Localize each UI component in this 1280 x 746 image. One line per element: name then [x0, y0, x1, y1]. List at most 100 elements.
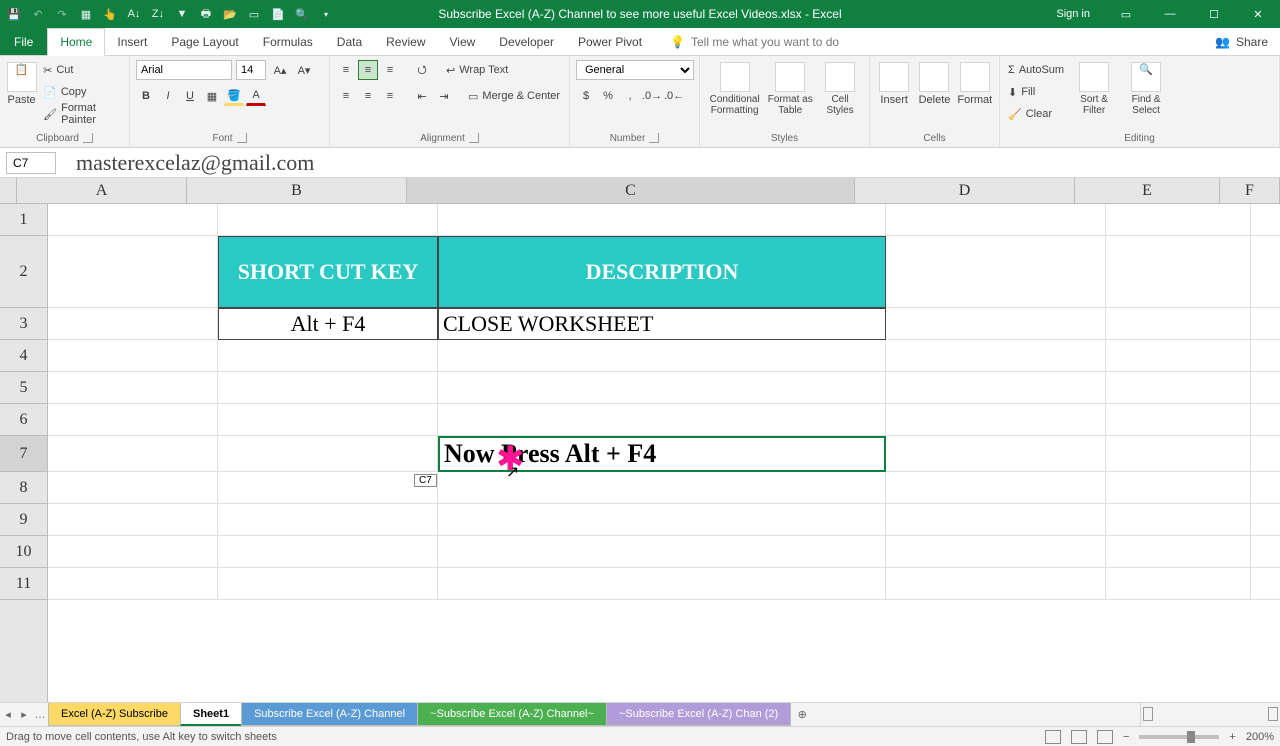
cell-C2[interactable]: DESCRIPTION	[438, 236, 886, 308]
page-icon[interactable]: 📄	[270, 6, 286, 22]
conditional-formatting-button[interactable]: Conditional Formatting	[706, 60, 763, 116]
merge-center-button[interactable]: ▭Merge & Center	[466, 86, 562, 106]
clipboard-launcher-icon[interactable]	[83, 133, 93, 143]
zoom-out-button[interactable]: −	[1123, 731, 1129, 743]
align-bottom-icon[interactable]: ≡	[380, 60, 400, 80]
cell-B5[interactable]	[218, 372, 438, 404]
tab-insert[interactable]: Insert	[105, 28, 159, 55]
sort-filter-button[interactable]: Sort & Filter	[1070, 60, 1118, 116]
sort-asc-icon[interactable]: A↓	[126, 6, 142, 22]
cell-C9[interactable]	[438, 504, 886, 536]
cell-C10[interactable]	[438, 536, 886, 568]
zoom-level[interactable]: 200%	[1246, 731, 1274, 743]
cell-F11[interactable]	[1251, 568, 1280, 600]
cell-E6[interactable]	[1106, 404, 1251, 436]
cell-A3[interactable]	[48, 308, 218, 340]
find-select-button[interactable]: 🔍Find & Select	[1122, 60, 1170, 116]
tab-view[interactable]: View	[438, 28, 488, 55]
align-center-icon[interactable]: ≡	[358, 86, 378, 106]
tab-data[interactable]: Data	[325, 28, 374, 55]
cell-E4[interactable]	[1106, 340, 1251, 372]
column-header-F[interactable]: F	[1220, 178, 1280, 203]
qat-icon[interactable]: ▦	[78, 6, 94, 22]
column-header-D[interactable]: D	[855, 178, 1075, 203]
tab-scroll-first[interactable]: ◂	[0, 703, 16, 726]
cell-D9[interactable]	[886, 504, 1106, 536]
cell-D8[interactable]	[886, 472, 1106, 504]
font-name-input[interactable]	[136, 60, 232, 80]
cell-E8[interactable]	[1106, 472, 1251, 504]
fill-color-button[interactable]: 🪣	[224, 86, 244, 106]
cell-D10[interactable]	[886, 536, 1106, 568]
cell-C7[interactable]: Now Press Alt + F4	[438, 436, 886, 472]
cell-D4[interactable]	[886, 340, 1106, 372]
open-icon[interactable]: 📂	[222, 6, 238, 22]
filter-icon[interactable]: ▼	[174, 6, 190, 22]
font-color-button[interactable]: A	[246, 86, 266, 106]
copy-button[interactable]: 📄Copy	[41, 82, 123, 102]
cell-A7[interactable]	[48, 436, 218, 472]
zoom-slider[interactable]	[1139, 735, 1219, 739]
sheet-tab[interactable]: ~Subscribe Excel (A-Z) Channel~	[417, 703, 607, 726]
cut-button[interactable]: ✂Cut	[41, 60, 123, 80]
row-header-11[interactable]: 11	[0, 568, 47, 600]
orientation-icon[interactable]: ⭯	[412, 60, 432, 80]
tab-home[interactable]: Home	[47, 28, 105, 56]
page-break-view-icon[interactable]	[1097, 730, 1113, 744]
redo-icon[interactable]: ↷	[54, 6, 70, 22]
font-size-input[interactable]	[236, 60, 266, 80]
share-button[interactable]: 👥 Share	[1203, 28, 1280, 55]
tab-scroll-prev[interactable]: ▸	[16, 703, 32, 726]
align-left-icon[interactable]: ≡	[336, 86, 356, 106]
cell-E5[interactable]	[1106, 372, 1251, 404]
sheet-tab[interactable]: ~Subscribe Excel (A-Z) Chan (2)	[606, 703, 791, 726]
grid[interactable]: SHORT CUT KEYDESCRIPTIONAlt + F4CLOSE WO…	[48, 204, 1280, 702]
delete-cells-button[interactable]: Delete	[916, 60, 952, 106]
row-header-2[interactable]: 2	[0, 236, 47, 308]
format-cells-button[interactable]: Format	[957, 60, 993, 106]
cell-D6[interactable]	[886, 404, 1106, 436]
align-middle-icon[interactable]: ≡	[358, 60, 378, 80]
cell-F3[interactable]	[1251, 308, 1280, 340]
row-header-7[interactable]: 7	[0, 436, 47, 472]
undo-icon[interactable]: ↶	[30, 6, 46, 22]
number-format-select[interactable]: General	[576, 60, 694, 80]
cell-F4[interactable]	[1251, 340, 1280, 372]
tab-file[interactable]: File	[0, 28, 47, 55]
row-header-4[interactable]: 4	[0, 340, 47, 372]
cell-B11[interactable]	[218, 568, 438, 600]
cell-E3[interactable]	[1106, 308, 1251, 340]
clear-button[interactable]: 🧹Clear	[1006, 104, 1066, 124]
cell-E1[interactable]	[1106, 204, 1251, 236]
cell-D1[interactable]	[886, 204, 1106, 236]
cell-F10[interactable]	[1251, 536, 1280, 568]
cell-E7[interactable]	[1106, 436, 1251, 472]
increase-decimal-icon[interactable]: .0→	[642, 86, 662, 106]
row-header-5[interactable]: 5	[0, 372, 47, 404]
cell-A11[interactable]	[48, 568, 218, 600]
align-right-icon[interactable]: ≡	[380, 86, 400, 106]
tab-review[interactable]: Review	[374, 28, 437, 55]
zoom-in-button[interactable]: +	[1229, 731, 1235, 743]
tab-formulas[interactable]: Formulas	[251, 28, 325, 55]
cell-C8[interactable]	[438, 472, 886, 504]
qat-more-icon[interactable]: ▾	[318, 6, 334, 22]
cell-D5[interactable]	[886, 372, 1106, 404]
cell-E11[interactable]	[1106, 568, 1251, 600]
print-icon[interactable]: 🖶	[198, 6, 214, 22]
cell-B7[interactable]	[218, 436, 438, 472]
paste-button[interactable]: 📋 Paste	[6, 60, 37, 106]
bold-button[interactable]: B	[136, 86, 156, 106]
cell-E10[interactable]	[1106, 536, 1251, 568]
cell-C11[interactable]	[438, 568, 886, 600]
cell-B10[interactable]	[218, 536, 438, 568]
cell-B4[interactable]	[218, 340, 438, 372]
select-all-corner[interactable]	[0, 178, 17, 204]
cell-B8[interactable]	[218, 472, 438, 504]
cell-F8[interactable]	[1251, 472, 1280, 504]
sheet-tab[interactable]: Excel (A-Z) Subscribe	[48, 703, 181, 726]
column-header-C[interactable]: C	[407, 178, 855, 203]
autosum-button[interactable]: ΣAutoSum	[1006, 60, 1066, 80]
column-header-A[interactable]: A	[17, 178, 187, 203]
cell-B2[interactable]: SHORT CUT KEY	[218, 236, 438, 308]
